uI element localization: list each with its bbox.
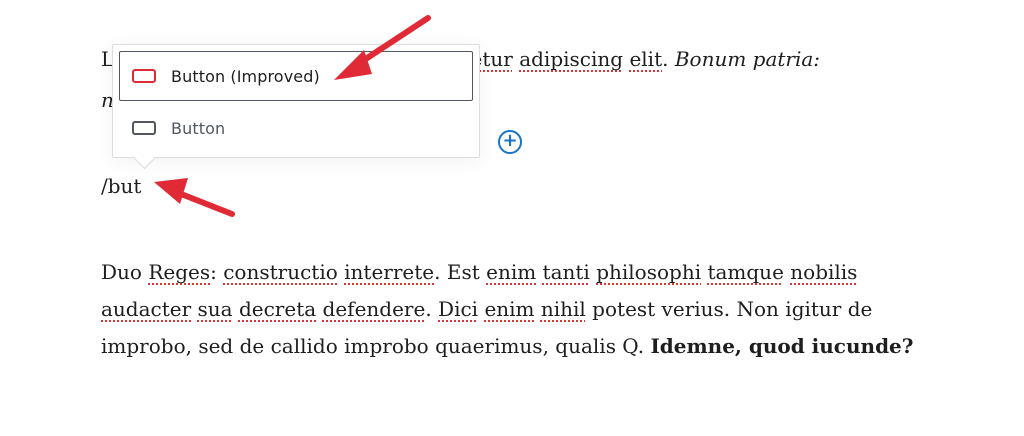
misspelled-word: enim (484, 297, 535, 321)
misspelled-word: tanti (542, 260, 590, 284)
misspelled-word: philosophi (596, 260, 702, 284)
paragraph-2[interactable]: Duo Reges: constructio interrete. Est en… (101, 254, 931, 365)
misspelled-word: nobilis (790, 260, 858, 284)
misspelled-word: decreta (238, 297, 317, 321)
button-block-icon (132, 69, 156, 83)
misspelled-word: interrete (344, 260, 435, 284)
add-block-plus-icon[interactable]: + (498, 130, 522, 154)
misspelled-word: nihil (540, 297, 586, 321)
block-option-button-improved[interactable]: Button (Improved) (119, 51, 473, 101)
button-block-icon (132, 121, 156, 135)
misspelled-word: Dici (438, 297, 479, 321)
misspelled-word: audacter (101, 297, 192, 321)
misspelled-word: enim (486, 260, 537, 284)
bold-text: Idemne, quod iucunde? (650, 334, 914, 358)
misspelled-word: elit (629, 47, 663, 71)
block-inserter-popover: Button (Improved) Button (112, 44, 480, 158)
slash-command-text: /but (101, 174, 142, 198)
misspelled-word: sua (197, 297, 233, 321)
misspelled-word: constructio (223, 260, 338, 284)
italic-text: Bonum patria: (674, 47, 821, 71)
misspelled-word: adipiscing (519, 47, 624, 71)
slash-command-paragraph[interactable]: /but (101, 168, 141, 205)
misspelled-word: defendere (322, 297, 426, 321)
annotation-arrow-bottom (154, 178, 235, 217)
misspelled-word: Reges (148, 260, 211, 284)
block-option-label: Button (Improved) (171, 66, 320, 86)
block-option-label: Button (171, 118, 226, 138)
misspelled-word: tamque (707, 260, 784, 284)
block-option-button[interactable]: Button (119, 103, 473, 153)
